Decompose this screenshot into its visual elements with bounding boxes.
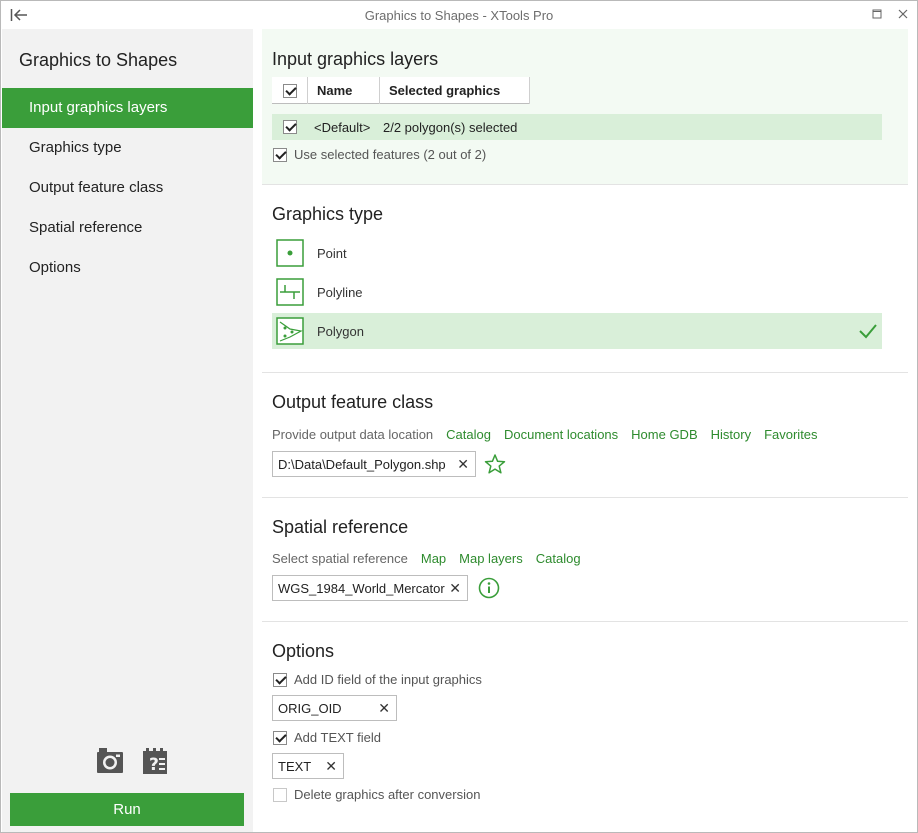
sidebar: Graphics to Shapes Input graphics layers… — [2, 29, 253, 832]
id-field-input[interactable]: ORIG_OID ✕ — [272, 695, 397, 721]
output-path-field[interactable]: D:\Data\Default_Polygon.shp ✕ — [272, 451, 476, 477]
output-location-prompt: Provide output data location — [272, 427, 434, 442]
polygon-icon — [276, 317, 304, 345]
grid-header: Name Selected graphics — [272, 77, 530, 104]
row-checkbox[interactable] — [272, 120, 308, 134]
run-button[interactable]: Run — [10, 793, 244, 826]
use-selected-label: Use selected features (2 out of 2) — [294, 147, 487, 162]
favorite-star-icon[interactable] — [484, 453, 506, 475]
graphics-type-polyline[interactable]: Polyline — [272, 274, 882, 310]
spatial-reference-value: WGS_1984_World_Mercator — [278, 580, 445, 596]
spatial-reference-heading: Spatial reference — [272, 517, 409, 537]
options-section: Options Add ID field of the input graphi… — [262, 622, 908, 832]
point-icon — [276, 239, 304, 267]
svg-text:?: ? — [149, 755, 159, 775]
maximize-icon[interactable] — [871, 7, 883, 21]
sidebar-item-options[interactable]: Options — [2, 248, 253, 288]
input-graphics-section: Input graphics layers Name Selected grap… — [262, 29, 908, 185]
sidebar-item-output-feature-class[interactable]: Output feature class — [2, 168, 253, 208]
title-bar: Graphics to Shapes - XTools Pro — [1, 1, 917, 29]
row-layer-name: <Default> — [314, 119, 371, 135]
add-id-label: Add ID field of the input graphics — [294, 672, 482, 687]
options-heading: Options — [272, 641, 335, 661]
spatial-reference-row: Select spatial reference Map Map layers … — [272, 551, 581, 566]
close-window-icon[interactable] — [897, 7, 909, 21]
delete-graphics-check-box[interactable] — [273, 787, 287, 802]
polyline-icon — [276, 278, 304, 306]
collapse-back-icon[interactable] — [9, 6, 29, 24]
notes-help-icon[interactable]: ? — [141, 747, 169, 775]
camera-icon[interactable] — [96, 747, 124, 775]
vertical-scrollbar[interactable] — [908, 29, 917, 832]
spatial-reference-section: Spatial reference Select spatial referen… — [262, 498, 908, 622]
clear-text-field-icon[interactable]: ✕ — [325, 758, 337, 775]
polygon-label: Polygon — [317, 323, 364, 339]
graphics-type-heading: Graphics type — [272, 204, 384, 224]
sidebar-item-input-graphics-layers[interactable]: Input graphics layers — [2, 88, 253, 128]
link-home-gdb[interactable]: Home GDB — [631, 427, 697, 442]
clear-spatial-reference-icon[interactable]: ✕ — [449, 580, 461, 597]
polyline-label: Polyline — [317, 284, 363, 300]
output-feature-class-section: Output feature class Provide output data… — [262, 373, 908, 498]
link-catalog[interactable]: Catalog — [446, 427, 491, 442]
sidebar-title: Graphics to Shapes — [19, 50, 178, 70]
id-field-value: ORIG_OID — [278, 700, 342, 716]
link-map[interactable]: Map — [421, 551, 446, 566]
link-history[interactable]: History — [711, 427, 751, 442]
graphics-type-polygon[interactable]: Polygon — [272, 313, 882, 349]
checkmark-icon — [859, 324, 877, 339]
spatial-reference-field[interactable]: WGS_1984_World_Mercator ✕ — [272, 575, 468, 601]
text-field-input[interactable]: TEXT ✕ — [272, 753, 344, 779]
point-label: Point — [317, 245, 347, 261]
main-content: Input graphics layers Name Selected grap… — [262, 29, 908, 832]
add-text-label: Add TEXT field — [294, 730, 381, 745]
output-feature-class-heading: Output feature class — [272, 392, 434, 412]
delete-graphics-label: Delete graphics after conversion — [294, 787, 481, 802]
link-document-locations[interactable]: Document locations — [504, 427, 618, 442]
add-id-field-checkbox[interactable]: Add ID field of the input graphics — [273, 672, 482, 687]
spatial-reference-prompt: Select spatial reference — [272, 551, 408, 566]
sidebar-item-spatial-reference[interactable]: Spatial reference — [2, 208, 253, 248]
column-header-name[interactable]: Name — [308, 77, 380, 104]
link-spatial-catalog[interactable]: Catalog — [536, 551, 581, 566]
window-title: Graphics to Shapes - XTools Pro — [364, 7, 554, 23]
table-row[interactable]: <Default> 2/2 polygon(s) selected — [272, 114, 882, 140]
sidebar-nav: Input graphics layers Graphics type Outp… — [2, 88, 253, 288]
graphics-type-point[interactable]: Point — [272, 235, 882, 271]
column-header-selected-graphics[interactable]: Selected graphics — [380, 77, 530, 104]
output-location-row: Provide output data location Catalog Doc… — [272, 427, 818, 442]
add-text-check-box[interactable] — [273, 730, 287, 745]
link-favorites[interactable]: Favorites — [764, 427, 817, 442]
use-selected-check-box[interactable] — [273, 147, 287, 162]
input-graphics-heading: Input graphics layers — [272, 49, 439, 69]
link-map-layers[interactable]: Map layers — [459, 551, 523, 566]
row-selected-graphics: 2/2 polygon(s) selected — [383, 119, 518, 135]
clear-output-path-icon[interactable]: ✕ — [457, 456, 469, 473]
use-selected-features-checkbox[interactable]: Use selected features (2 out of 2) — [273, 147, 486, 162]
clear-id-field-icon[interactable]: ✕ — [378, 700, 390, 717]
info-icon[interactable] — [478, 577, 500, 599]
app-window: Graphics to Shapes - XTools Pro Graphics… — [0, 0, 918, 833]
text-field-value: TEXT — [278, 758, 312, 774]
output-path-value: D:\Data\Default_Polygon.shp — [278, 456, 446, 472]
graphics-type-section: Graphics type Point Polyline Polygon — [262, 185, 908, 373]
add-text-field-checkbox[interactable]: Add TEXT field — [273, 730, 381, 745]
sidebar-item-graphics-type[interactable]: Graphics type — [2, 128, 253, 168]
delete-graphics-checkbox[interactable]: Delete graphics after conversion — [273, 787, 480, 802]
select-all-checkbox[interactable] — [272, 77, 308, 104]
add-id-check-box[interactable] — [273, 672, 287, 687]
